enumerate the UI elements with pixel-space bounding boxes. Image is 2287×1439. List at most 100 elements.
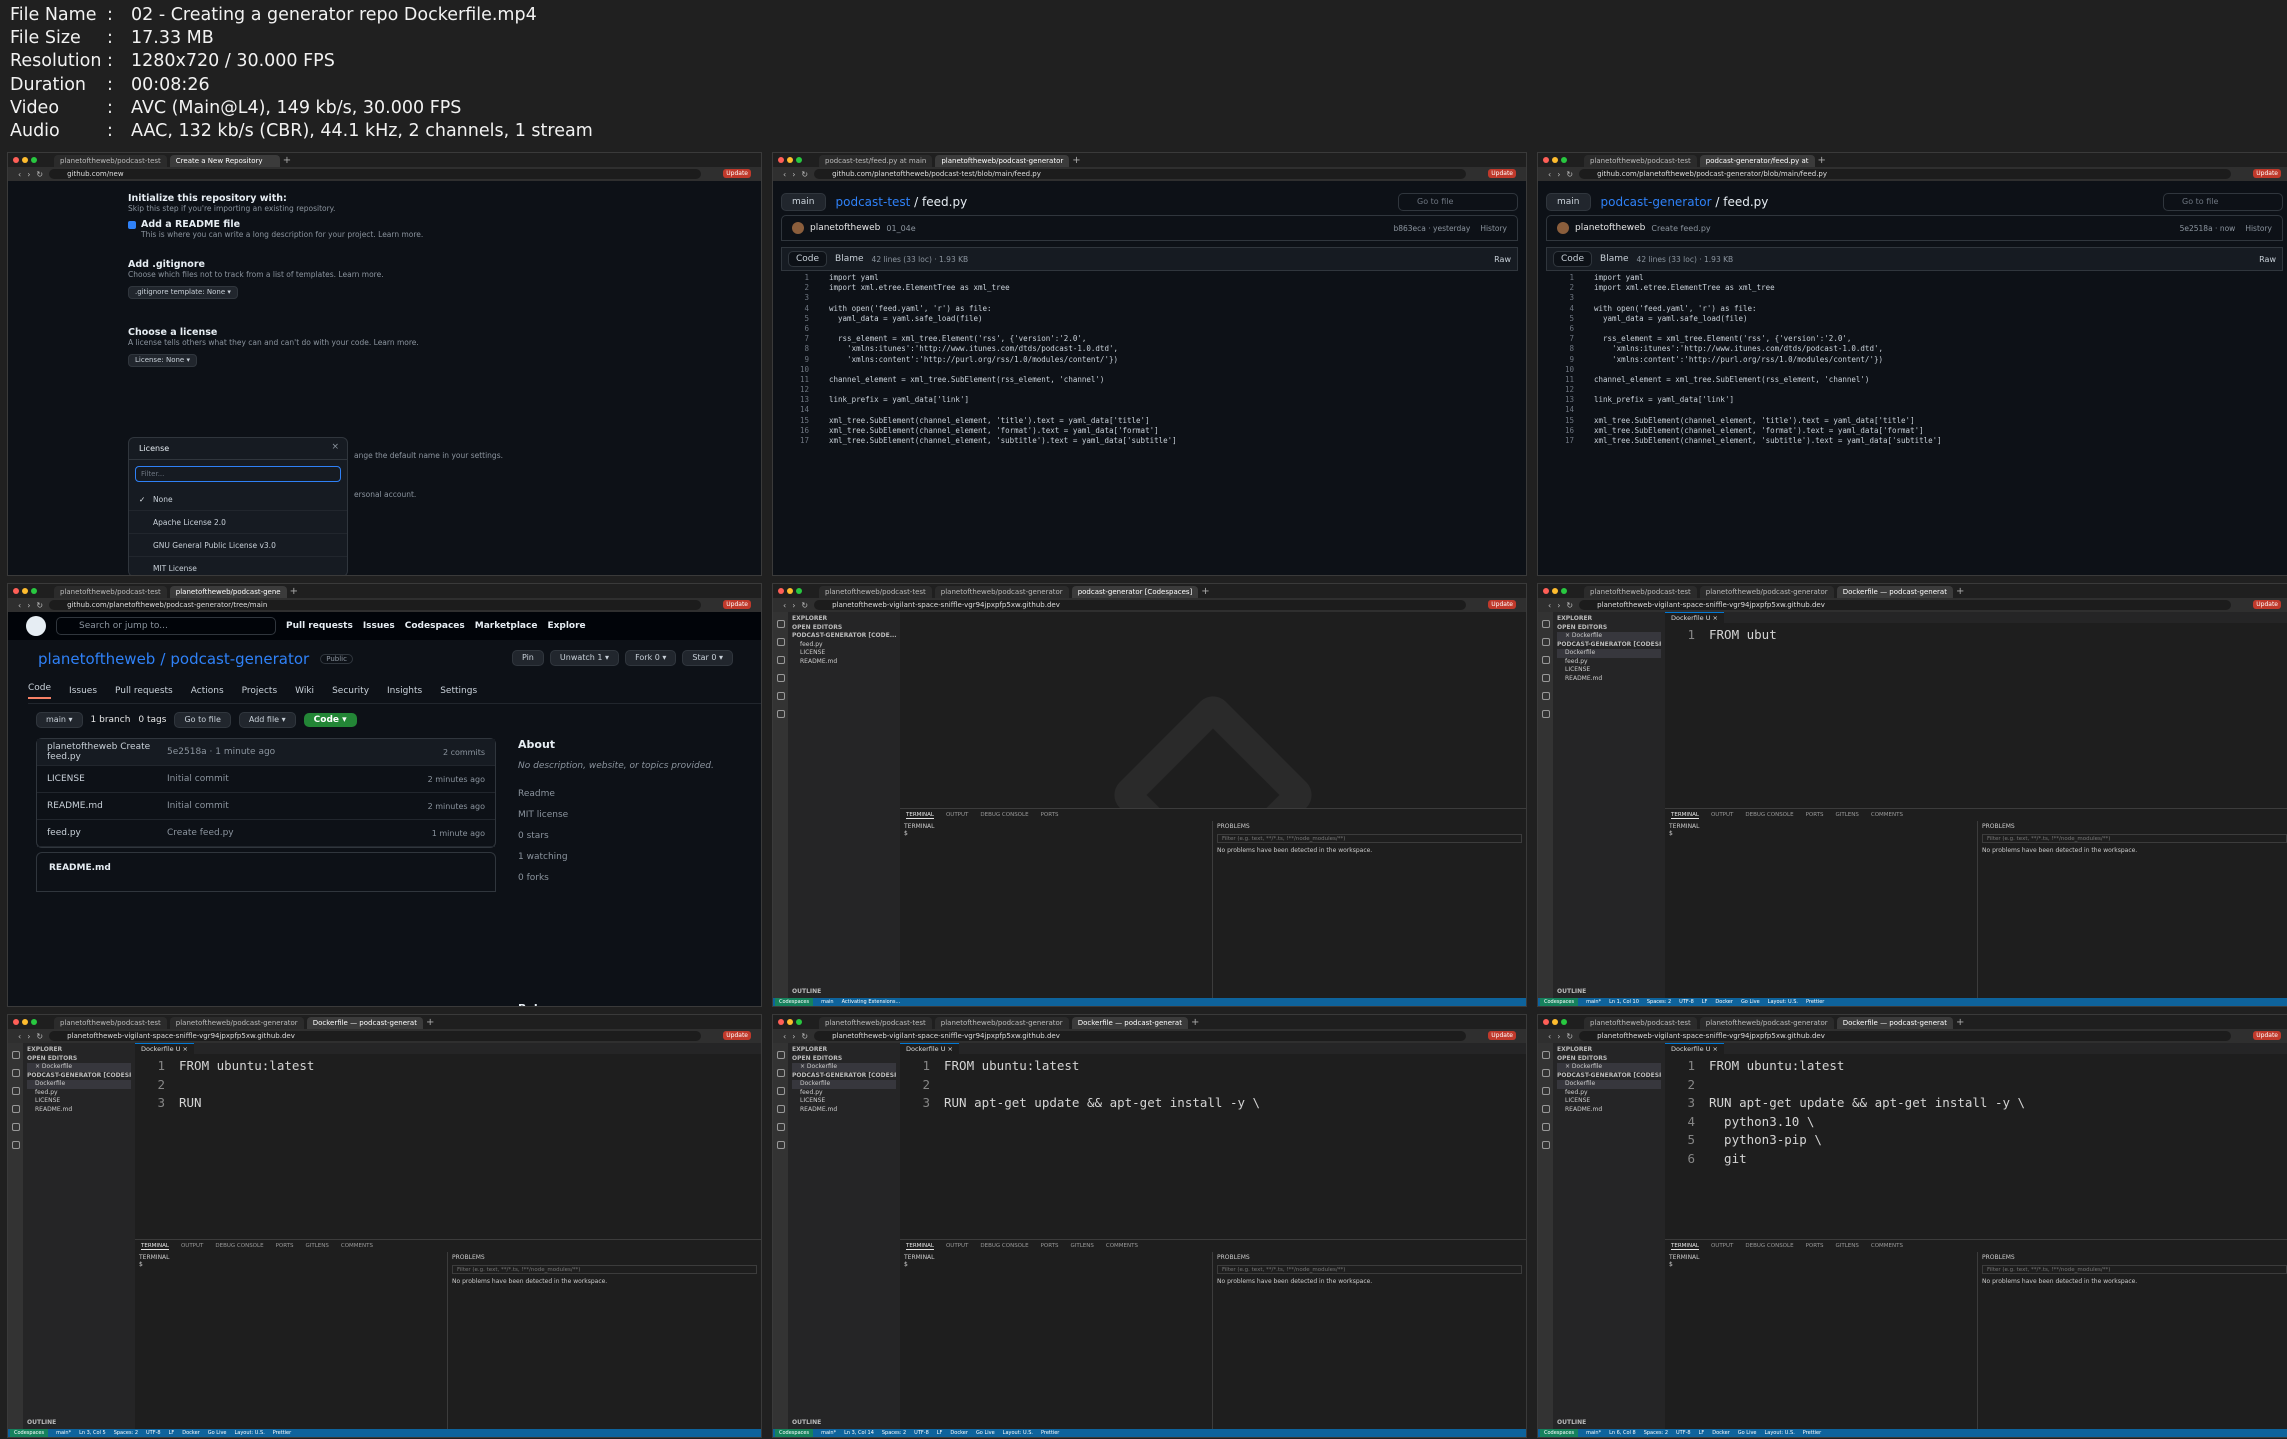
license-option[interactable]: GNU General Public License v3.0 (129, 534, 347, 557)
open-editors-section[interactable]: OPEN EDITORS (27, 1055, 131, 1064)
update-button[interactable]: Update (2253, 600, 2281, 609)
search-icon[interactable] (776, 1069, 785, 1077)
extensions-icon[interactable] (11, 1123, 20, 1131)
close-window-icon[interactable] (13, 157, 19, 163)
reload-icon[interactable]: ↻ (801, 170, 808, 179)
open-editor-item[interactable]: × Dockerfile (1557, 1063, 1661, 1072)
update-button[interactable]: Update (1488, 169, 1516, 178)
browser-tab[interactable]: Dockerfile — podcast-generat (306, 1017, 423, 1029)
branch-selector[interactable]: main ▾ (36, 712, 83, 728)
panel-tab[interactable]: GITLENS (305, 1243, 328, 1249)
explorer-file[interactable]: LICENSE (792, 1097, 896, 1106)
url-field[interactable]: planetoftheweb-vigilant-space-sniffle-vg… (1579, 600, 2231, 610)
panel-tab[interactable]: COMMENTS (1871, 1243, 1903, 1249)
about-item[interactable]: MIT license (518, 805, 738, 826)
github-logo-icon[interactable] (26, 616, 46, 636)
commit-author[interactable]: planetoftheweb (810, 223, 880, 233)
status-item[interactable]: Docker (1712, 1429, 1730, 1437)
status-item[interactable]: Ln 3, Col 14 (844, 1429, 874, 1437)
status-item[interactable]: Go Live (1738, 1429, 1757, 1437)
code-editor[interactable]: 1 FROM ubuntu:latest 2 3 RUN apt-get update … (900, 1057, 1526, 1113)
branch-selector[interactable]: main (1546, 193, 1591, 211)
status-item[interactable]: Spaces: 2 (882, 1429, 906, 1437)
run-debug-icon[interactable] (1541, 1105, 1550, 1113)
forward-icon[interactable]: › (27, 170, 30, 179)
explorer-icon[interactable] (1541, 1051, 1550, 1059)
terminal-pane[interactable]: TERMINAL $ (900, 821, 1213, 998)
reload-icon[interactable]: ↻ (1566, 1032, 1573, 1041)
repo-link[interactable]: podcast-generator (1601, 195, 1712, 209)
explorer-file[interactable]: LICENSE (792, 649, 896, 658)
update-button[interactable]: Update (1488, 600, 1516, 609)
new-tab-icon[interactable]: + (1956, 1017, 1964, 1029)
file-row[interactable]: LICENSE Initial commit 2 minutes ago (37, 766, 495, 793)
url-field[interactable]: planetoftheweb-vigilant-space-sniffle-vg… (814, 600, 1466, 610)
back-icon[interactable]: ‹ (18, 601, 21, 610)
go-to-file-input[interactable]: Go to file (2163, 193, 2283, 211)
maximize-window-icon[interactable] (796, 1019, 802, 1025)
status-item[interactable]: Prettier (273, 1429, 291, 1437)
browser-tab[interactable]: podcast-generator [Codespaces] (1071, 586, 1199, 598)
unwatch-button[interactable]: Unwatch 1 ▾ (549, 650, 620, 666)
panel-tab[interactable]: DEBUG CONSOLE (980, 812, 1028, 818)
status-item[interactable]: Layout: U.S. (1768, 998, 1798, 1006)
commit-message[interactable]: Create feed.py (167, 828, 432, 838)
status-item[interactable]: UTF-8 (146, 1429, 161, 1437)
new-tab-icon[interactable]: + (283, 155, 291, 167)
forward-icon[interactable]: › (1557, 601, 1560, 610)
close-window-icon[interactable] (1543, 157, 1549, 163)
browser-tab[interactable]: Dockerfile — podcast-generat (1071, 1017, 1188, 1029)
license-button[interactable]: License: None ▾ (128, 354, 197, 367)
url-field[interactable]: planetoftheweb-vigilant-space-sniffle-vg… (814, 1031, 1466, 1041)
commit-hash[interactable]: 5e2518a · now (2180, 224, 2236, 233)
panel-tab[interactable]: COMMENTS (341, 1243, 373, 1249)
minimize-window-icon[interactable] (787, 1019, 793, 1025)
status-item[interactable]: Docker (950, 1429, 968, 1437)
terminal-pane[interactable]: TERMINAL $ (1665, 821, 1978, 998)
outline-section[interactable]: OUTLINE (792, 988, 821, 997)
explorer-file[interactable]: Dockerfile (27, 1080, 131, 1089)
close-window-icon[interactable] (778, 1019, 784, 1025)
fork-button[interactable]: Fork 0 ▾ (625, 650, 677, 666)
project-section[interactable]: PODCAST-GENERATOR [CODESPACES] (1557, 641, 1661, 650)
search-icon[interactable] (11, 1069, 20, 1077)
maximize-window-icon[interactable] (1561, 588, 1567, 594)
tab-blame[interactable]: Blame (835, 254, 864, 264)
browser-tab[interactable]: planetoftheweb/podcast-test (54, 1017, 167, 1029)
browser-tab[interactable]: planetoftheweb/podcast-test (1584, 1017, 1697, 1029)
close-window-icon[interactable] (778, 588, 784, 594)
run-debug-icon[interactable] (776, 1105, 785, 1113)
code-editor[interactable]: 1 FROM ubut (1665, 626, 2287, 645)
project-section[interactable]: PODCAST-GENERATOR [CODESPACES] (1557, 1072, 1661, 1081)
maximize-window-icon[interactable] (796, 588, 802, 594)
new-tab-icon[interactable]: + (1956, 586, 1964, 598)
panel-tab[interactable]: OUTPUT (181, 1243, 203, 1249)
remote-explorer-icon[interactable] (1541, 710, 1550, 718)
browser-tab[interactable]: Create a New Repository (169, 155, 280, 167)
repo-tab[interactable]: Issues (69, 686, 97, 696)
file-row[interactable]: README.md Initial commit 2 minutes ago (37, 793, 495, 820)
minimize-window-icon[interactable] (22, 1019, 28, 1025)
file-row[interactable]: feed.py Create feed.py 1 minute ago (37, 820, 495, 847)
explorer-file[interactable]: Dockerfile (1557, 1080, 1661, 1089)
explorer-file[interactable]: feed.py (792, 641, 896, 650)
remote-explorer-icon[interactable] (776, 710, 785, 718)
explorer-file[interactable]: README.md (1557, 1106, 1661, 1115)
reload-icon[interactable]: ↻ (1566, 170, 1573, 179)
project-section[interactable]: PODCAST-GENERATOR [CODE... (792, 632, 896, 641)
forward-icon[interactable]: › (792, 601, 795, 610)
remote-explorer-icon[interactable] (776, 1141, 785, 1149)
url-field[interactable]: github.com/new (49, 169, 701, 179)
explorer-file[interactable]: feed.py (1557, 658, 1661, 667)
tab-code[interactable]: Code (1553, 251, 1593, 267)
browser-tab[interactable]: planetoftheweb/podcast-test (54, 155, 167, 167)
commit-hash[interactable]: b863eca · yesterday (1393, 224, 1470, 233)
pin-button[interactable]: Pin (511, 650, 544, 666)
run-debug-icon[interactable] (1541, 674, 1550, 682)
minimize-window-icon[interactable] (787, 157, 793, 163)
go-to-file-button[interactable]: Go to file (174, 712, 231, 728)
update-button[interactable]: Update (1488, 1031, 1516, 1040)
update-button[interactable]: Update (723, 1031, 751, 1040)
file-name[interactable]: feed.py (47, 828, 167, 838)
commit-message[interactable]: Create feed.py (1651, 224, 1710, 233)
